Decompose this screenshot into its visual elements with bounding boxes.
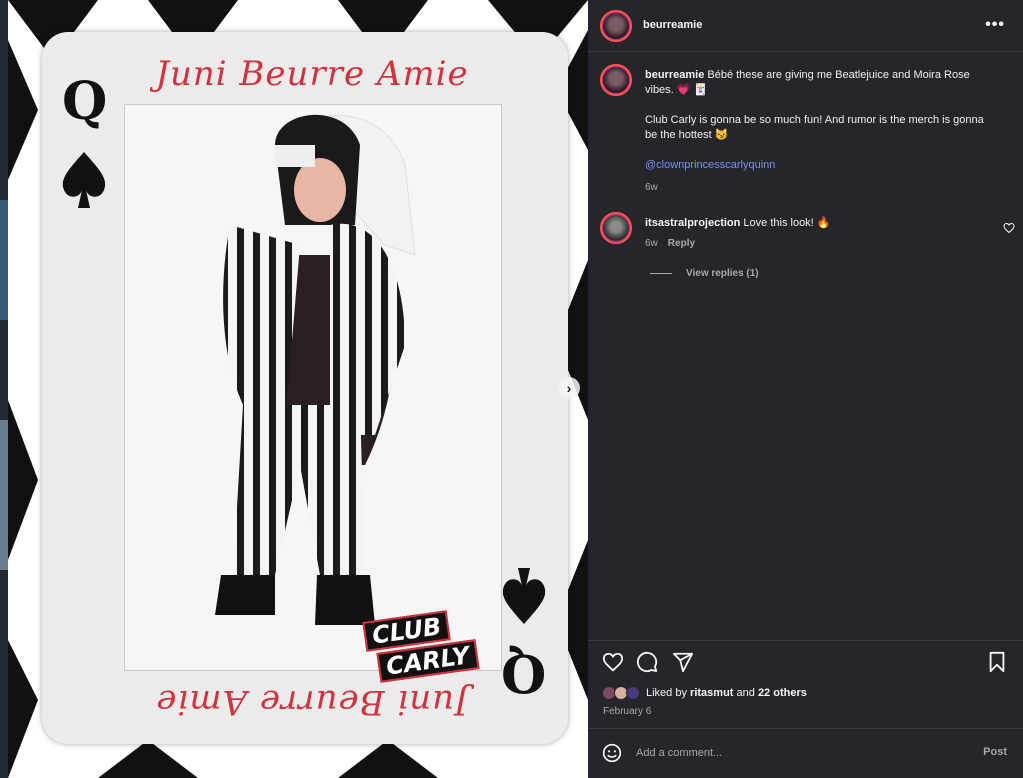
heart-icon[interactable] xyxy=(602,651,624,673)
spade-icon xyxy=(62,152,106,208)
replies-divider xyxy=(650,273,672,274)
author-avatar[interactable] xyxy=(600,10,632,42)
carousel-dot[interactable] xyxy=(296,755,301,760)
club-carly-logo: CLUB CARLY xyxy=(342,610,492,683)
carousel-dot[interactable] xyxy=(287,755,292,760)
card-name-bottom: Juni Beurre Amie xyxy=(155,682,469,722)
author-username[interactable]: beurreamie xyxy=(643,19,702,31)
comment-time[interactable]: 6w xyxy=(645,238,658,249)
carousel-dot[interactable] xyxy=(305,755,310,760)
background-page-strip xyxy=(0,0,8,778)
comment-icon[interactable] xyxy=(636,651,658,673)
post-header: beurreamie ••• xyxy=(588,0,1023,52)
commenter-avatar[interactable] xyxy=(600,212,632,244)
liked-by-prefix: Liked by xyxy=(646,687,687,699)
heart-icon[interactable] xyxy=(1003,222,1015,234)
caption-username[interactable]: beurreamie xyxy=(645,69,704,81)
playing-card: Juni Beurre Amie Q CLUB CARLY Q Juni Beu… xyxy=(42,32,568,744)
post-media[interactable]: Juni Beurre Amie Q CLUB CARLY Q Juni Beu… xyxy=(8,0,588,778)
portrait-photo xyxy=(124,104,502,671)
bookmark-icon[interactable] xyxy=(986,651,1008,673)
view-replies-button[interactable]: View replies (1) xyxy=(650,268,759,279)
chevron-right-icon: › xyxy=(566,380,572,396)
carousel-dot[interactable] xyxy=(314,755,319,760)
background-fragment xyxy=(0,200,8,320)
emoji-icon[interactable] xyxy=(602,743,622,763)
caption-avatar[interactable] xyxy=(600,64,632,96)
mention-link[interactable]: @clownprincesscarlyquinn xyxy=(645,158,985,173)
action-bar xyxy=(588,640,1023,680)
figure-illustration xyxy=(215,114,416,625)
commenter-username[interactable]: itsastralprojection xyxy=(645,217,740,229)
carousel-dot[interactable] xyxy=(278,755,283,760)
post-details-panel: beurreamie ••• beurreamie Bébé these are… xyxy=(588,0,1023,778)
liker-avatar[interactable] xyxy=(626,686,640,700)
share-icon[interactable] xyxy=(672,651,694,673)
carousel-indicators xyxy=(278,755,319,760)
add-comment-bar: Post xyxy=(588,728,1023,778)
view-replies-label: View replies (1) xyxy=(686,268,759,279)
liked-by-and: and xyxy=(736,687,755,699)
card-name-top: Juni Beurre Amie xyxy=(155,54,469,94)
liker-username[interactable]: ritasmut xyxy=(690,687,733,699)
reply-button[interactable]: Reply xyxy=(668,238,695,249)
comment-text: Love this look! 🔥 xyxy=(743,217,831,229)
post-date: February 6 xyxy=(603,706,652,717)
comment-input[interactable] xyxy=(636,743,956,763)
next-slide-button[interactable]: › xyxy=(558,377,580,399)
others-count[interactable]: 22 others xyxy=(758,687,807,699)
post-button[interactable]: Post xyxy=(983,746,1007,758)
spade-icon xyxy=(502,568,546,624)
background-fragment xyxy=(0,420,8,570)
card-rank-top: Q xyxy=(62,71,108,132)
likes-summary: Liked by ritasmut and 22 others xyxy=(602,686,807,700)
caption-line-2: Club Carly is gonna be so much fun! And … xyxy=(645,114,984,141)
more-horizontal-icon[interactable]: ••• xyxy=(985,16,1005,34)
caption-time[interactable]: 6w xyxy=(645,182,658,193)
